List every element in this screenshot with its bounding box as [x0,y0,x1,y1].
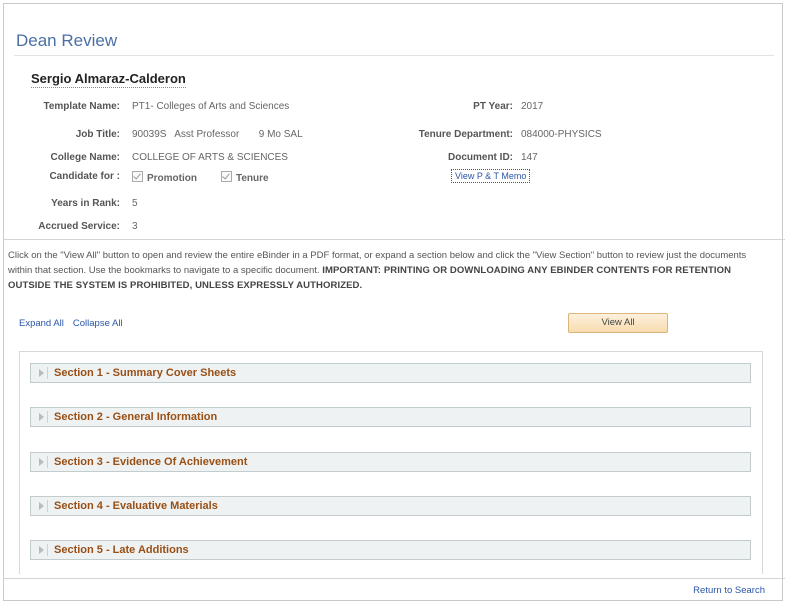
accrued-service-label: Accrued Service: [38,221,120,232]
section-3-header[interactable]: Section 3 - Evidence Of Achievement [30,452,751,472]
pt-year-value: 2017 [521,101,544,112]
return-to-search-link[interactable]: Return to Search [693,585,765,596]
job-title-label: Job Title: [75,129,120,140]
section-2-header[interactable]: Section 2 - General Information [30,407,751,427]
tenure-label: Tenure [236,173,269,184]
expand-arrow-icon [39,413,44,421]
document-id-value: 147 [521,152,538,163]
candidate-name: Sergio Almaraz-Calderon [31,71,186,88]
job-title-value: 90039S Asst Professor 9 Mo SAL [132,129,303,140]
page-title: Dean Review [16,31,118,50]
view-all-button[interactable]: View All [568,313,668,333]
section-1-header[interactable]: Section 1 - Summary Cover Sheets [30,363,751,383]
section-5-label: Section 5 - Late Additions [54,544,189,556]
arrow-separator [47,367,48,379]
template-name-label: Template Name: [43,101,120,112]
title-divider [14,55,774,56]
arrow-separator [47,411,48,423]
expand-arrow-icon [39,369,44,377]
expand-all-link[interactable]: Expand All [19,318,64,329]
arrow-separator [47,544,48,556]
checkmark-icon [221,171,232,182]
instructions-text: Click on the "View All" button to open a… [8,248,768,293]
section-4-label: Section 4 - Evaluative Materials [54,500,218,512]
college-name-label: College Name: [50,152,120,163]
document-id-label: Document ID: [448,152,513,163]
section-4-header[interactable]: Section 4 - Evaluative Materials [30,496,751,516]
pt-year-label: PT Year: [473,101,513,112]
accrued-service-value: 3 [132,221,138,232]
section-5-header[interactable]: Section 5 - Late Additions [30,540,751,560]
promotion-label: Promotion [147,173,197,184]
tenure-department-label: Tenure Department: [418,129,513,140]
expand-arrow-icon [39,502,44,510]
candidate-for-label: Candidate for : [49,171,120,182]
years-in-rank-value: 5 [132,198,138,209]
bottom-divider [3,578,785,579]
college-name-value: COLLEGE OF ARTS & SCIENCES [132,152,288,163]
expand-arrow-icon [39,546,44,554]
section-1-label: Section 1 - Summary Cover Sheets [54,367,237,379]
section-2-label: Section 2 - General Information [54,411,218,423]
years-in-rank-label: Years in Rank: [51,198,120,209]
expand-controls: Expand All Collapse All [19,318,132,329]
arrow-separator [47,500,48,512]
section-3-label: Section 3 - Evidence Of Achievement [54,456,248,468]
promotion-checkbox: Promotion [132,171,197,184]
tenure-department-value: 084000-PHYSICS [521,129,602,140]
tenure-checkbox: Tenure [221,171,269,184]
template-name-value: PT1- Colleges of Arts and Sciences [132,101,290,112]
arrow-separator [47,456,48,468]
checkmark-icon [132,171,143,182]
info-divider [3,239,785,240]
view-pt-memo-link[interactable]: View P & T Memo [451,169,531,183]
collapse-all-link[interactable]: Collapse All [73,318,123,329]
expand-arrow-icon [39,458,44,466]
